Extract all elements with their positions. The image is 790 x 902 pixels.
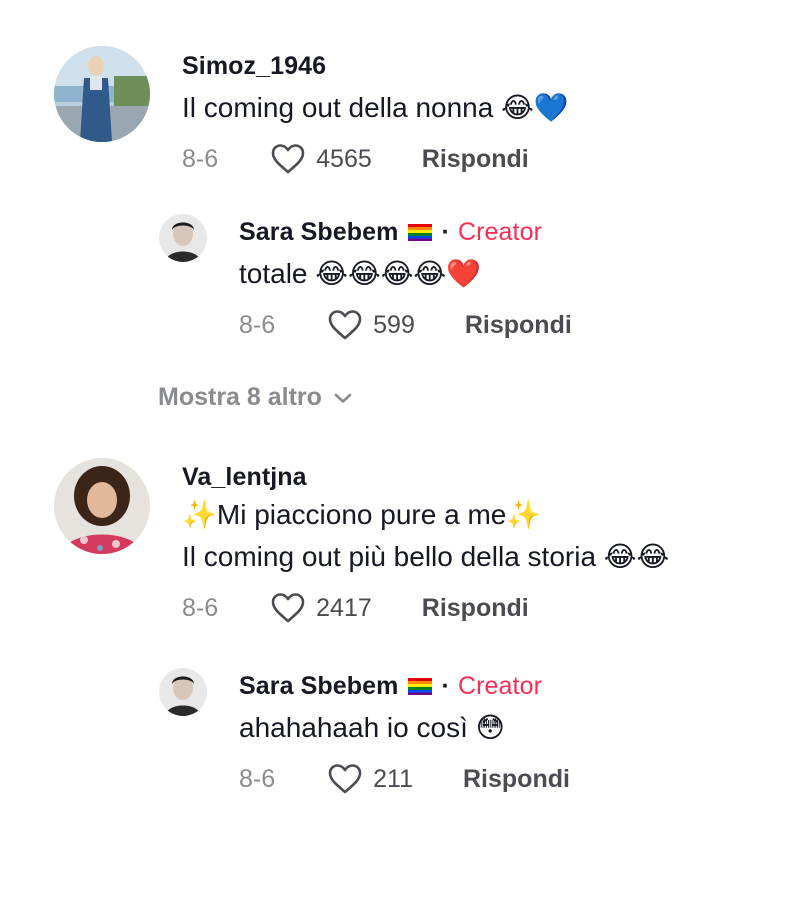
reply-button[interactable]: Rispondi bbox=[463, 765, 570, 794]
comment-actions: 8-6 211 Rispondi bbox=[239, 763, 570, 795]
avatar[interactable] bbox=[159, 668, 207, 716]
rainbow-flag-icon bbox=[407, 678, 432, 695]
comment-actions: 8-6 4565 Rispondi bbox=[182, 143, 569, 175]
like-button[interactable]: 599 bbox=[327, 309, 415, 341]
like-count: 4565 bbox=[316, 144, 372, 173]
comment-date: 8-6 bbox=[182, 144, 219, 173]
comment-text: ahahahaah io così 😳 bbox=[239, 712, 505, 743]
like-button[interactable]: 211 bbox=[327, 763, 413, 795]
reply-comment bbox=[159, 214, 207, 262]
rainbow-flag-icon bbox=[407, 224, 432, 241]
comment bbox=[54, 46, 150, 142]
like-button[interactable]: 2417 bbox=[270, 592, 372, 624]
heart-outline-icon bbox=[270, 143, 306, 175]
avatar[interactable] bbox=[54, 46, 150, 142]
comment-text: Il coming out più bello della storia 😂😂 bbox=[182, 541, 670, 572]
comment-text: totale 😂😂😂😂❤️ bbox=[239, 258, 482, 289]
separator-dot: · bbox=[441, 672, 450, 700]
comment-username[interactable]: Simoz_1946 bbox=[182, 52, 569, 81]
comment-text: Il coming out della nonna 😂💙 bbox=[182, 92, 569, 123]
show-more-label: Mostra 8 altro bbox=[158, 383, 322, 411]
reply-button[interactable]: Rispondi bbox=[465, 311, 572, 340]
reply-comment bbox=[159, 668, 207, 716]
comment-username[interactable]: Sara Sbebem bbox=[239, 672, 399, 701]
reply-username-row: Sara Sbebem · Creator bbox=[239, 672, 570, 701]
heart-outline-icon bbox=[327, 309, 363, 341]
like-count: 211 bbox=[373, 764, 413, 793]
show-more-replies-button[interactable]: Mostra 8 altro bbox=[158, 383, 352, 412]
reply-button[interactable]: Rispondi bbox=[422, 145, 529, 174]
comment bbox=[54, 458, 150, 554]
comment-date: 8-6 bbox=[182, 593, 219, 622]
like-count: 599 bbox=[373, 310, 415, 339]
separator-dot: · bbox=[441, 218, 450, 246]
comment-date: 8-6 bbox=[239, 764, 276, 793]
comment-actions: 8-6 599 Rispondi bbox=[239, 309, 572, 341]
like-count: 2417 bbox=[316, 593, 372, 622]
reply-username-row: Sara Sbebem · Creator bbox=[239, 218, 572, 247]
chevron-down-icon bbox=[322, 392, 352, 404]
avatar[interactable] bbox=[159, 214, 207, 262]
comment-username[interactable]: Va_lentjna bbox=[182, 463, 669, 492]
heart-outline-icon bbox=[327, 763, 363, 795]
heart-outline-icon bbox=[270, 592, 306, 624]
avatar[interactable] bbox=[54, 458, 150, 554]
comment-text: ✨Mi piacciono pure a me✨ bbox=[182, 499, 542, 530]
creator-badge: Creator bbox=[457, 218, 543, 246]
like-button[interactable]: 4565 bbox=[270, 143, 372, 175]
creator-badge: Creator bbox=[457, 672, 543, 700]
comment-actions: 8-6 2417 Rispondi bbox=[182, 592, 669, 624]
comment-date: 8-6 bbox=[239, 310, 276, 339]
comment-username[interactable]: Sara Sbebem bbox=[239, 218, 399, 247]
reply-button[interactable]: Rispondi bbox=[422, 594, 529, 623]
